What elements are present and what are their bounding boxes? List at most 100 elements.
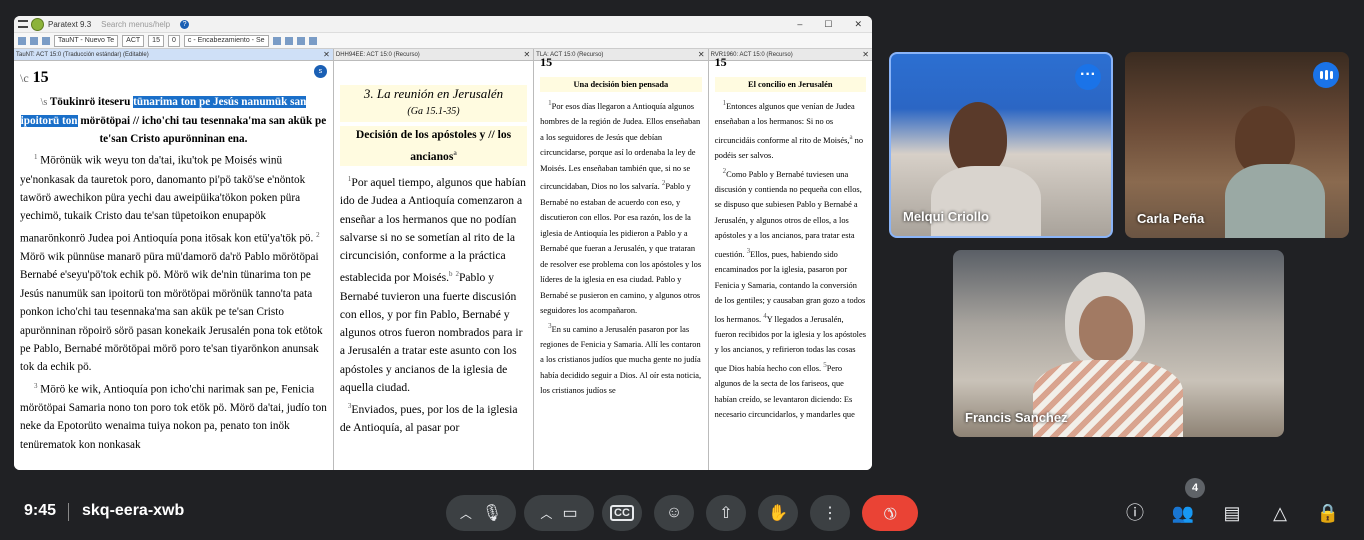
raise-hand-button[interactable]: ✋ xyxy=(758,495,798,531)
footnote-marker[interactable]: b xyxy=(449,270,453,278)
save-icon[interactable] xyxy=(42,36,50,45)
forward-icon[interactable] xyxy=(30,36,38,45)
chevron-up-icon[interactable]: ︿ xyxy=(460,505,472,522)
close-icon[interactable]: ✕ xyxy=(854,19,862,30)
present-screen-icon: ⇧ xyxy=(719,505,733,522)
hand-icon: ✋ xyxy=(768,505,788,522)
emoji-icon: ☺ xyxy=(665,504,683,521)
back-icon[interactable] xyxy=(18,36,26,45)
tool-icon[interactable] xyxy=(284,36,293,45)
chapter-marker: \c xyxy=(20,71,29,85)
more-options-icon[interactable]: ··· xyxy=(1075,64,1101,90)
verse-paragraph[interactable]: 3Enviados, pues, por los de la iglesia d… xyxy=(340,397,527,437)
participant-video xyxy=(931,166,1041,236)
tool-icon[interactable] xyxy=(308,36,317,45)
verse-text: Enviados, pues, por los de la iglesia de… xyxy=(339,403,518,435)
help-icon[interactable]: ? xyxy=(180,19,190,29)
verse-text: Por esos días llegaron a Antioquía algun… xyxy=(540,101,701,192)
book-select[interactable]: ACT xyxy=(122,34,145,47)
close-pane-icon[interactable]: ✕ xyxy=(523,50,530,59)
verse-text: Ellos, pues, habiendo sido encaminados p… xyxy=(714,249,866,324)
section-heading: Decisión de los apóstoles y // los ancia… xyxy=(339,125,528,167)
close-pane-icon[interactable]: ✕ xyxy=(862,50,869,59)
pane-rvr1960[interactable]: RVR1960: ACT 15:0 (Recurso) ✕ 15 El conci… xyxy=(708,49,872,470)
participant-tile[interactable]: ··· Melqui Criollo xyxy=(889,52,1113,238)
verse-paragraph[interactable]: 3 Mörö ke wik, Antioquía pon icho'chi na… xyxy=(20,377,327,454)
more-options-button[interactable]: ⋮ xyxy=(810,495,850,531)
divider xyxy=(68,503,69,521)
paratext-toolbar: TauNT - Nuevo Te ACT 15 0 c - Encabezami… xyxy=(14,33,872,49)
pane-header-label: DHH94EE: ACT 15:0 (Recurso) xyxy=(335,51,420,58)
participant-tile[interactable]: Carla Peña xyxy=(1125,52,1349,238)
pane-header: DHH94EE: ACT 15:0 (Recurso) ✕ xyxy=(333,49,534,61)
window-controls: – ☐ ✕ xyxy=(797,19,862,30)
verse-text: Como Pablo y Bernabé tuviesen una discus… xyxy=(714,169,862,259)
participant-count-badge: 4 xyxy=(1185,478,1205,498)
camera-icon: ▭ xyxy=(562,505,578,522)
people-icon[interactable]: 👥 xyxy=(1170,500,1196,526)
verse-paragraph[interactable]: 1 Mörönük wik weyu ton da'tai, iku'tok p… xyxy=(20,148,327,376)
verse-text: Mörönük wik weyu ton da'tai, iku'tok pe … xyxy=(20,155,314,245)
sync-icon[interactable]: s xyxy=(313,65,327,78)
chapter-select[interactable]: 15 xyxy=(148,34,164,47)
footnote-marker[interactable]: a xyxy=(453,149,457,157)
microphone-button[interactable]: ︿ 🎙 xyxy=(446,495,516,531)
section-heading: El concilio en Jerusalén xyxy=(714,76,866,92)
section-marker: \s xyxy=(40,97,48,109)
verse-paragraph[interactable]: 1Por aquel tiempo, algunos que habían id… xyxy=(340,170,527,397)
captions-button[interactable]: CC xyxy=(602,495,642,531)
verse-paragraph[interactable]: 2Como Pablo y Bernabé tuviesen una discu… xyxy=(715,164,866,423)
verse-number: 2 xyxy=(316,230,320,239)
leave-call-button[interactable]: ✆ xyxy=(862,495,918,531)
verse-paragraph[interactable]: 1Entonces algunos que venían de Judea en… xyxy=(715,96,866,164)
meeting-controls-bar: 9:45 skq-eera-xwb ︿ 🎙 ︿ ▭ CC ☺ ⇧ ✋ ⋮ ✆ ⓘ 👥… xyxy=(0,486,1364,540)
verse-text: Pablo y Bernabé no estaban de acuerdo co… xyxy=(540,182,702,316)
participant-tile[interactable]: Francis Sanchez xyxy=(953,250,1284,437)
participant-video xyxy=(949,102,1007,176)
verse-number: 3 xyxy=(34,381,38,390)
host-controls-icon[interactable]: 🔒 xyxy=(1315,500,1341,526)
verse-text: Mörö wik pünnüse manarö püra mü'damorö d… xyxy=(20,250,323,374)
participant-name: Francis Sanchez xyxy=(965,410,1068,425)
app-title: Paratext 9.3 xyxy=(48,19,92,29)
chapter-number: 15 xyxy=(32,69,49,86)
maximize-icon[interactable]: ☐ xyxy=(824,19,832,30)
pane-header-label: TauNT: ACT 15:0 (Traducción estándar) (E… xyxy=(16,51,149,58)
activities-icon[interactable]: △ xyxy=(1267,500,1293,526)
present-button[interactable]: ⇧ xyxy=(706,495,746,531)
verse-text: En su camino a Jerusalén pasaron por las… xyxy=(540,324,702,396)
project-select[interactable]: TauNT - Nuevo Te xyxy=(54,34,119,47)
heading-text: mörötöpai // icho'chi tau tesennaka'ma s… xyxy=(77,115,327,146)
tool-icon[interactable] xyxy=(296,36,305,45)
heading-text: Töukinrö iteseru xyxy=(49,96,134,109)
reactions-button[interactable]: ☺ xyxy=(654,495,694,531)
tool-icon[interactable] xyxy=(272,36,281,45)
participant-name: Carla Peña xyxy=(1137,211,1205,226)
end-call-icon: ✆ xyxy=(878,501,901,524)
camera-button[interactable]: ︿ ▭ xyxy=(524,495,594,531)
resource-panes: TauNT: ACT 15:0 (Traducción estándar) (E… xyxy=(14,49,872,470)
chat-icon[interactable]: ▤ xyxy=(1219,500,1245,526)
pane-taunt[interactable]: TauNT: ACT 15:0 (Traducción estándar) (E… xyxy=(14,49,334,470)
section-heading[interactable]: \s Töukinrö iteseru tünarima ton pe Jesú… xyxy=(20,93,327,148)
participant-name: Melqui Criollo xyxy=(903,209,989,224)
pane-tla[interactable]: TLA: ACT 15:0 (Recurso) ✕ 15 Una decisión… xyxy=(534,49,709,470)
meeting-details-icon[interactable]: ⓘ xyxy=(1122,500,1148,526)
hamburger-menu-icon[interactable] xyxy=(18,20,28,28)
verse-text: Por aquel tiempo, algunos que habían ido… xyxy=(339,175,526,285)
close-pane-icon[interactable]: ✕ xyxy=(323,50,330,59)
minimize-icon[interactable]: – xyxy=(797,19,802,30)
chevron-up-icon[interactable]: ︿ xyxy=(540,505,552,522)
style-select[interactable]: c - Encabezamiento - Se xyxy=(183,34,269,47)
meeting-time: 9:45 xyxy=(24,502,57,519)
close-pane-icon[interactable]: ✕ xyxy=(698,50,705,59)
verse-select[interactable]: 0 xyxy=(167,34,180,47)
verse-paragraph[interactable]: 1Por esos días llegaron a Antioquía algu… xyxy=(540,96,701,319)
verse-number: 1 xyxy=(34,153,38,162)
verse-paragraph[interactable]: 3En su camino a Jerusalén pasaron por la… xyxy=(540,319,701,399)
more-vert-icon: ⋮ xyxy=(822,505,838,522)
search-menus-input[interactable]: Search menus/help xyxy=(101,20,170,29)
captions-icon: CC xyxy=(610,505,634,521)
section-heading: Una decisión bien pensada xyxy=(540,76,702,92)
pane-dhh94ee[interactable]: DHH94EE: ACT 15:0 (Recurso) ✕ 3. La reuni… xyxy=(333,49,535,470)
